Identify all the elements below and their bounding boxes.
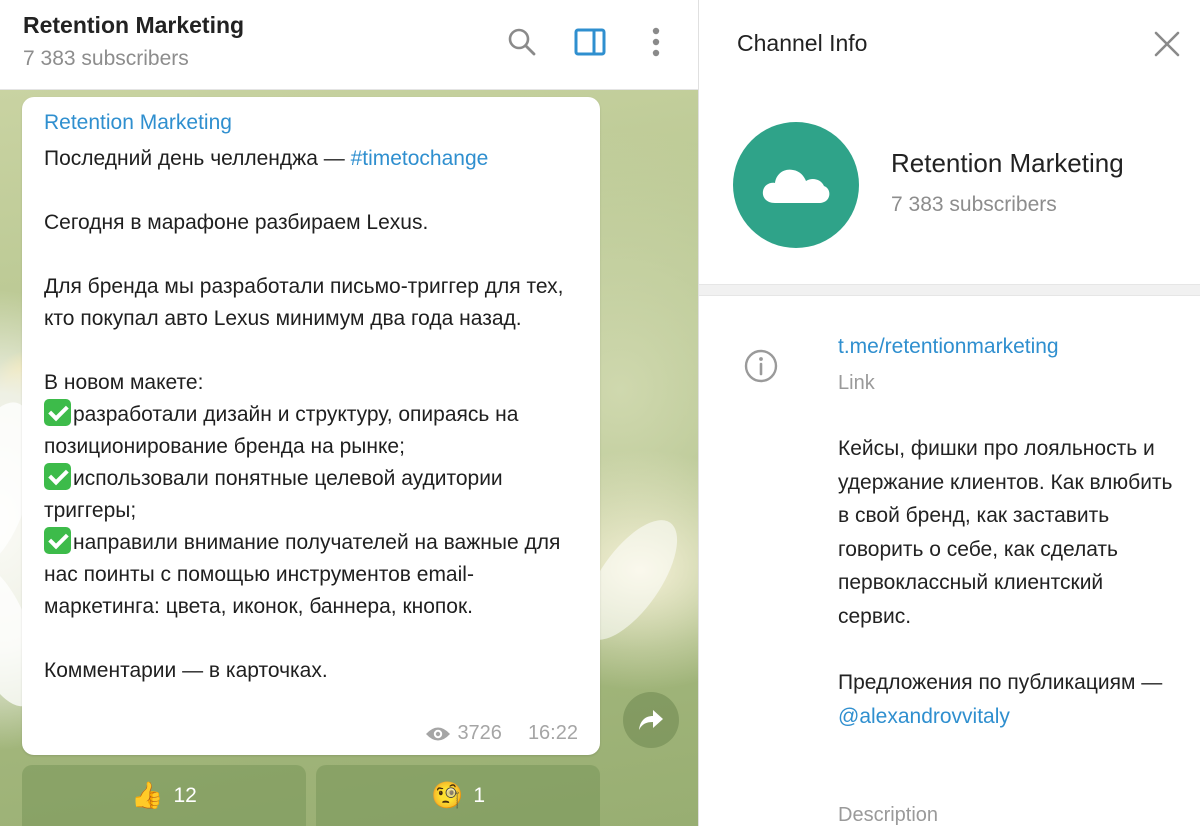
forward-icon — [639, 710, 663, 730]
reaction-count: 1 — [473, 783, 486, 807]
panel-title: Channel Info — [737, 30, 868, 56]
check-mark-icon — [44, 399, 71, 426]
bullet-text: использовали понятные целевой аудитории … — [44, 467, 503, 522]
offer-text: Предложения по публикациям — — [838, 671, 1163, 694]
info-icon — [743, 348, 779, 384]
channel-name: Retention Marketing — [891, 148, 1124, 178]
channel-avatar[interactable] — [733, 122, 859, 248]
bullet-text: разработали дизайн и структуру, опираясь… — [44, 403, 519, 458]
channel-description: Кейсы, фишки про лояльность и удержание … — [838, 432, 1178, 733]
chat-pane: Retention Marketing 7 383 subscribers Re… — [0, 0, 698, 826]
chat-header: Retention Marketing 7 383 subscribers — [0, 0, 698, 90]
message-bubble[interactable]: Retention Marketing Последний день челле… — [22, 97, 600, 755]
eye-icon — [426, 727, 451, 740]
hashtag-link[interactable]: #timetochange — [351, 147, 489, 170]
link-label: Link — [838, 372, 875, 394]
reaction-monocle-button[interactable]: 🧐 1 — [316, 765, 600, 826]
description-text: Кейсы, фишки про лояльность и удержание … — [838, 437, 1173, 628]
message-author[interactable]: Retention Marketing — [44, 111, 232, 135]
sidebar-toggle-icon[interactable] — [570, 22, 610, 62]
forward-button[interactable] — [623, 692, 679, 748]
reaction-count: 12 — [173, 783, 197, 807]
chat-title[interactable]: Retention Marketing — [23, 12, 244, 39]
view-count: 3726 — [457, 722, 502, 744]
mention-link[interactable]: @alexandrovvitaly — [838, 705, 1010, 728]
monocle-face-icon: 🧐 — [430, 780, 464, 811]
message-paragraph: В новом макете: — [44, 371, 204, 394]
check-mark-icon — [44, 527, 71, 554]
chat-subscriber-count: 7 383 subscribers — [23, 47, 189, 70]
check-mark-icon — [44, 463, 71, 490]
channel-link[interactable]: t.me/retentionmarketing — [838, 335, 1059, 359]
bullet-text: направили внимание получателей на важные… — [44, 531, 561, 618]
close-icon[interactable] — [1151, 28, 1183, 60]
channel-subscriber-count: 7 383 subscribers — [891, 193, 1057, 216]
message-paragraph: Комментарии — в карточках. — [44, 659, 328, 682]
message-meta: 3726 16:22 — [425, 722, 578, 745]
channel-info-panel: Channel Info Retention Marketing 7 383 s… — [698, 0, 1200, 826]
reaction-thumbs-up-button[interactable]: 👍 12 — [22, 765, 306, 826]
message-paragraph: Сегодня в марафоне разбираем Lexus. — [44, 211, 429, 234]
section-divider — [699, 284, 1200, 296]
message-text: Последний день челленджа — #timetochange… — [44, 143, 589, 687]
message-paragraph: Для бренда мы разработали письмо-триггер… — [44, 275, 564, 330]
message-line: Последний день челленджа — — [44, 147, 351, 170]
description-label: Description — [838, 804, 939, 826]
message-time: 16:22 — [527, 722, 578, 744]
cloud-icon — [762, 169, 830, 203]
thumbs-up-icon: 👍 — [131, 780, 164, 811]
search-icon[interactable] — [502, 22, 542, 62]
more-vertical-icon[interactable] — [636, 22, 676, 62]
